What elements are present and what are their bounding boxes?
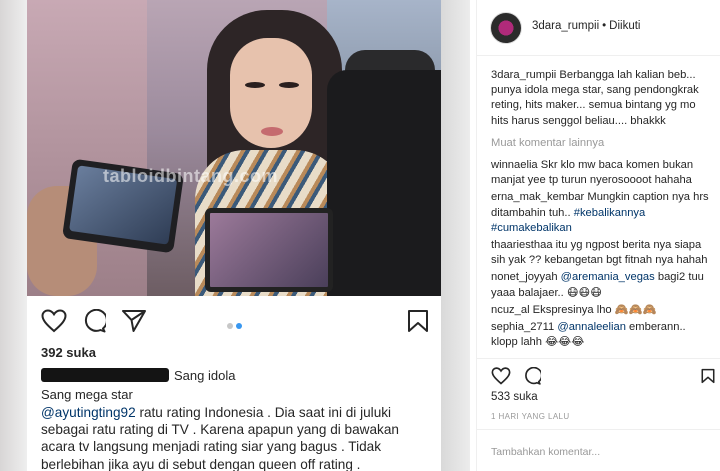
photo-eye-left	[245, 82, 265, 88]
photo-watermark: tabloidbintang.com	[103, 166, 278, 186]
bookmark-icon[interactable]	[407, 309, 429, 333]
comment-username[interactable]: 3dara_rumpii	[491, 69, 556, 81]
add-comment-bar: Tambahkan komentar...	[477, 429, 720, 471]
background-edge-left	[0, 0, 27, 471]
follow-status[interactable]: Diikuti	[609, 20, 640, 32]
owner-caption: 3dara_rumpii Berbangga lah kalian beb...…	[491, 68, 713, 129]
comment-item: ncuz_al Ekspresinya lho 🙈🙈🙈	[491, 303, 713, 318]
caption-mention-link[interactable]: @ayutingting92	[41, 405, 136, 420]
panel-actions: 533 suka 1 HARI YANG LALU Tambahkan kome…	[477, 358, 720, 471]
photo-eye-right	[279, 82, 299, 88]
comment-mention[interactable]: @annaleelian	[554, 321, 626, 333]
photo-camera	[327, 70, 441, 296]
caption-body: @ayutingting92 ratu rating Indonesia . D…	[41, 404, 433, 471]
post-timestamp: 1 HARI YANG LALU	[491, 412, 570, 421]
comment-username[interactable]: sephia_2711	[491, 321, 554, 333]
heart-icon[interactable]	[491, 367, 511, 385]
comment-item: winnaelia Skr klo mw baca komen bukan ma…	[491, 158, 713, 188]
bookmark-icon[interactable]	[701, 367, 715, 385]
likes-count[interactable]: 533 suka	[491, 391, 538, 403]
post-card: tabloidbintang.com 392 suka Sang idola S…	[0, 0, 470, 471]
share-icon[interactable]	[121, 309, 147, 333]
photo-lips	[261, 127, 283, 136]
comment-icon[interactable]	[82, 309, 106, 333]
carousel-dot	[226, 323, 233, 329]
likes-count[interactable]: 392 suka	[41, 345, 96, 360]
comments-panel: 3dara_rumpii • Diikuti 3dara_rumpii Berban…	[476, 0, 720, 471]
caption-user-tail: Sang idola	[174, 368, 236, 383]
comment-item: erna_mak_kembar Mungkin caption nya hrs …	[491, 190, 713, 236]
caption-user-row: Sang idola	[41, 368, 235, 383]
comment-item: thaariesthaa itu yg ngpost berita nya si…	[491, 238, 713, 268]
comment-username[interactable]: erna_mak_kembar	[491, 191, 584, 203]
post-photo[interactable]: tabloidbintang.com	[27, 0, 441, 296]
carousel-dots	[225, 316, 243, 334]
post-action-area: 392 suka Sang idola Sang mega star @ayut…	[27, 296, 441, 471]
photo-camera-screen	[205, 208, 333, 292]
comment-username[interactable]: winnaelia	[491, 159, 538, 171]
heart-icon[interactable]	[41, 309, 67, 333]
carousel-dot-active	[235, 323, 242, 329]
header-username[interactable]: 3dara_rumpii	[532, 20, 599, 32]
caption-line: Sang mega star	[41, 387, 133, 402]
comment-username[interactable]: thaariesthaa	[491, 239, 553, 251]
avatar[interactable]	[490, 12, 522, 44]
comment-item: nonet_joyyah @aremania_vegas bagi2 tuu y…	[491, 270, 713, 300]
panel-header: 3dara_rumpii • Diikuti	[477, 0, 720, 56]
comment-username[interactable]: ncuz_al	[491, 304, 530, 316]
background-edge-right	[441, 0, 470, 471]
comment-username[interactable]: nonet_joyyah	[491, 271, 558, 283]
add-comment-input[interactable]: Tambahkan komentar...	[491, 446, 600, 458]
header-user: 3dara_rumpii • Diikuti	[532, 20, 640, 32]
comment-mention[interactable]: @aremania_vegas	[558, 271, 655, 283]
comment-list: 3dara_rumpii Berbangga lah kalian beb...…	[491, 68, 713, 352]
load-more-comments-link[interactable]: Muat komentar lainnya	[491, 136, 713, 151]
comment-item: sephia_2711 @annaleelian emberann.. klop…	[491, 320, 713, 350]
comment-icon[interactable]	[523, 367, 541, 385]
redacted-username	[41, 368, 169, 382]
header-separator: •	[602, 20, 607, 32]
comment-text: Ekspresinya lho 🙈🙈🙈	[529, 303, 657, 316]
